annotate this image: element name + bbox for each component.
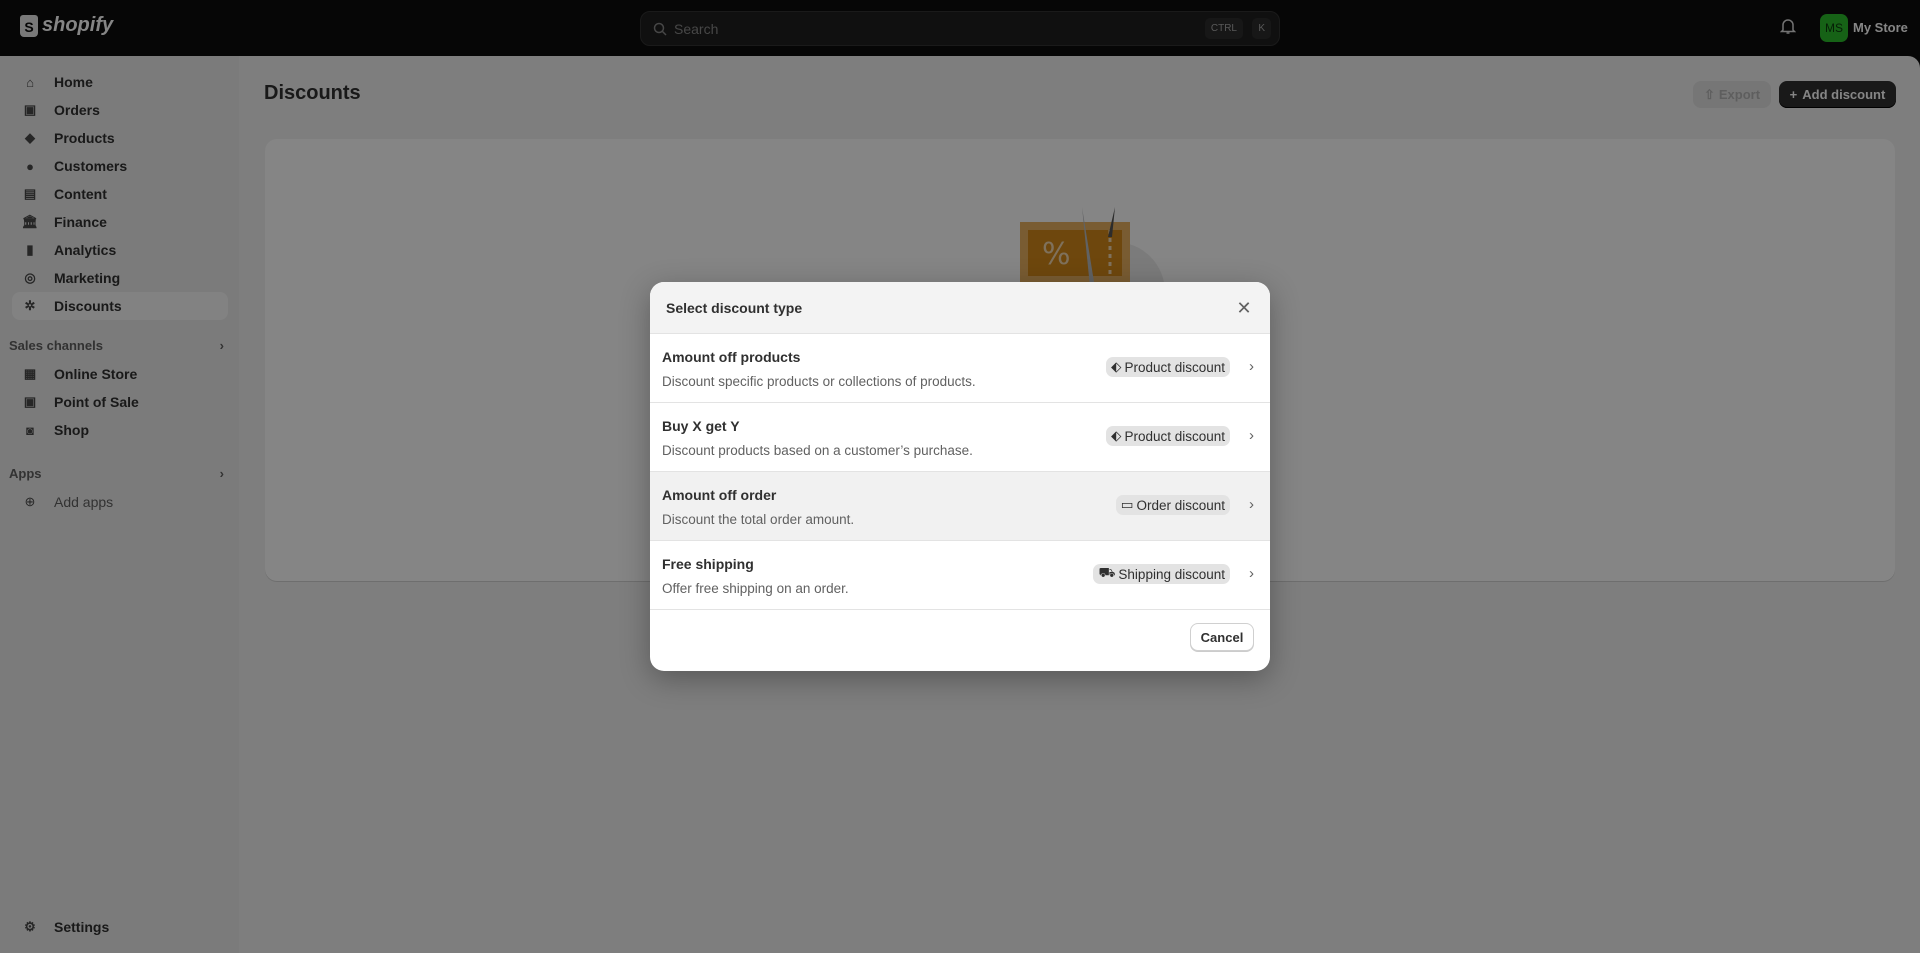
select-discount-type-modal: Select discount type ✕ Amount off produc… [650,282,1270,671]
tag-icon: ⬖ [1111,359,1122,374]
cancel-button[interactable]: Cancel [1190,623,1254,651]
badge-label: Shipping discount [1118,566,1225,582]
option-amount-off-products[interactable]: Amount off products Discount specific pr… [650,334,1270,403]
receipt-icon: ▭ [1120,497,1134,512]
chevron-right-icon: › [1249,358,1254,375]
tag-icon: ⬖ [1111,428,1122,443]
modal-title: Select discount type [666,299,803,316]
product-discount-badge: ⬖ Product discount [1106,426,1230,446]
option-amount-off-order[interactable]: Amount off order Discount the total orde… [650,472,1270,541]
badge-label: Product discount [1124,428,1225,444]
option-buy-x-get-y[interactable]: Buy X get Y Discount products based on a… [650,403,1270,472]
badge-label: Product discount [1124,359,1225,375]
modal-header: Select discount type ✕ [650,282,1270,334]
shipping-discount-badge: ⛟ Shipping discount [1093,564,1230,584]
option-free-shipping[interactable]: Free shipping Offer free shipping on an … [650,541,1270,610]
chevron-right-icon: › [1249,427,1254,444]
badge-label: Order discount [1136,497,1225,513]
chevron-right-icon: › [1249,496,1254,513]
modal-footer: Cancel [650,610,1270,670]
product-discount-badge: ⬖ Product discount [1106,357,1230,377]
order-discount-badge: ▭ Order discount [1115,495,1230,515]
truck-icon: ⛟ [1098,565,1116,580]
close-icon[interactable]: ✕ [1234,298,1254,318]
chevron-right-icon: › [1249,565,1254,582]
